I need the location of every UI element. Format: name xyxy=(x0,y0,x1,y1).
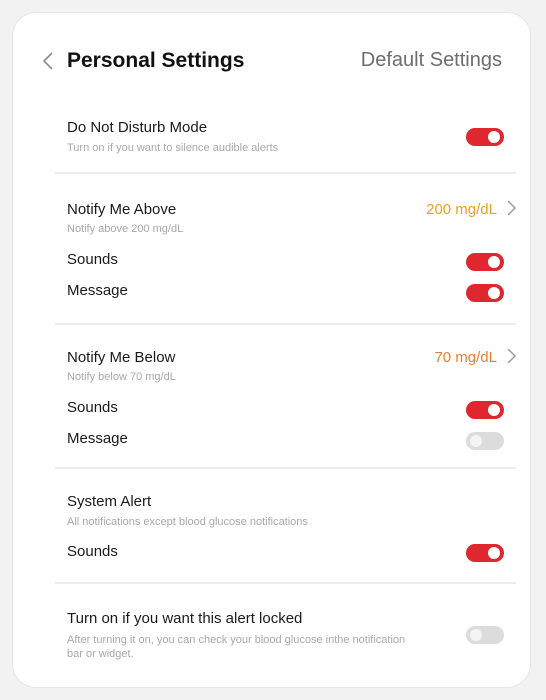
dnd-toggle[interactable] xyxy=(466,128,504,146)
below-sounds-label: Sounds xyxy=(67,399,118,416)
toggle-knob xyxy=(488,256,500,268)
notify-below-value[interactable]: 70 mg/dL xyxy=(434,349,497,366)
notify-above-subtitle: Notify above 200 mg/dL xyxy=(67,223,184,235)
lock-alert-title: Turn on if you want this alert locked xyxy=(67,610,303,627)
divider xyxy=(55,323,516,325)
toggle-knob xyxy=(488,287,500,299)
toggle-knob xyxy=(488,404,500,416)
lock-alert-subtitle: After turning it on, you can check your … xyxy=(67,634,406,660)
toggle-knob xyxy=(470,435,482,447)
divider xyxy=(55,172,516,174)
above-message-label: Message xyxy=(67,282,128,299)
header: Personal Settings Default Settings xyxy=(13,43,530,83)
default-settings-link[interactable]: Default Settings xyxy=(361,49,502,72)
notify-above-section: Notify Me Above Notify above 200 mg/dL 2… xyxy=(67,199,517,309)
system-alert-title: System Alert xyxy=(67,493,152,510)
notify-below-subtitle: Notify below 70 mg/dL xyxy=(67,371,176,383)
settings-card: Personal Settings Default Settings Do No… xyxy=(12,12,531,688)
lock-alert-toggle[interactable] xyxy=(466,626,504,644)
chevron-right-icon[interactable] xyxy=(505,347,517,365)
toggle-knob xyxy=(488,547,500,559)
notify-below-title: Notify Me Below xyxy=(67,349,176,366)
below-message-label: Message xyxy=(67,430,128,447)
system-alert-subtitle: All notifications except blood glucose n… xyxy=(67,516,308,528)
above-sounds-toggle[interactable] xyxy=(466,253,504,271)
divider xyxy=(55,467,516,469)
dnd-section: Do Not Disturb Mode Turn on if you want … xyxy=(67,117,517,167)
page-title: Personal Settings xyxy=(67,49,245,72)
above-sounds-label: Sounds xyxy=(67,251,118,268)
chevron-right-icon[interactable] xyxy=(505,199,517,217)
lock-alert-section: Turn on if you want this alert locked Af… xyxy=(67,608,517,668)
divider xyxy=(55,582,516,584)
dnd-title: Do Not Disturb Mode xyxy=(67,119,208,136)
below-sounds-toggle[interactable] xyxy=(466,401,504,419)
below-message-toggle[interactable] xyxy=(466,432,504,450)
above-message-toggle[interactable] xyxy=(466,284,504,302)
toggle-knob xyxy=(470,629,482,641)
chevron-left-icon[interactable] xyxy=(41,51,55,71)
notify-above-value[interactable]: 200 mg/dL xyxy=(426,201,497,218)
system-sounds-toggle[interactable] xyxy=(466,544,504,562)
system-alert-section: System Alert All notifications except bl… xyxy=(67,491,517,571)
notify-above-title: Notify Me Above xyxy=(67,201,177,218)
system-sounds-label: Sounds xyxy=(67,543,118,560)
toggle-knob xyxy=(488,131,500,143)
notify-below-section: Notify Me Below Notify below 70 mg/dL 70… xyxy=(67,347,517,457)
dnd-subtitle: Turn on if you want to silence audible a… xyxy=(67,142,279,154)
